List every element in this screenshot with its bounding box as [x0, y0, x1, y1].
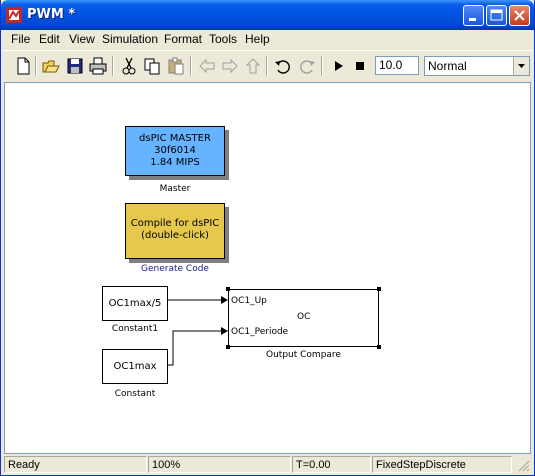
menu-edit[interactable]: Edit	[39, 32, 60, 46]
status-bar: Ready 100% T=0.00 FixedStepDiscrete	[2, 455, 533, 475]
menu-simulation[interactable]: Simulation	[102, 32, 158, 46]
status-zoom: 100%	[148, 456, 291, 473]
master-line-2: 30f6014	[154, 145, 196, 156]
toolbar-separator	[266, 56, 268, 76]
port-oc1-up: OC1_Up	[231, 296, 267, 306]
start-simulation-icon[interactable]	[328, 56, 348, 76]
constant-label: Constant	[114, 389, 156, 399]
menu-view[interactable]: View	[69, 32, 95, 46]
simulation-mode-select[interactable]: Normal	[424, 56, 530, 76]
output-compare-block[interactable]: OC1_Up OC OC1_Periode	[228, 289, 379, 347]
simulink-app-icon	[6, 7, 22, 23]
output-compare-name: OC	[297, 312, 311, 322]
print-icon[interactable]	[88, 56, 108, 76]
master-block-label: Master	[159, 184, 191, 194]
stop-simulation-icon[interactable]	[350, 56, 370, 76]
signal-lines	[168, 296, 228, 366]
port-oc1-periode: OC1_Periode	[231, 327, 289, 337]
open-icon[interactable]	[41, 56, 61, 76]
simulink-window: PWM * File Edit View Simulation Format T…	[0, 0, 535, 476]
generate-code-block[interactable]: Compile for dsPIC (double-click)	[125, 203, 225, 259]
simulation-mode-value: Normal	[428, 59, 467, 73]
window-title: PWM *	[27, 7, 76, 22]
forward-icon[interactable]	[220, 56, 240, 76]
selection-handle[interactable]	[226, 345, 230, 349]
up-icon[interactable]	[243, 56, 263, 76]
back-icon[interactable]	[197, 56, 217, 76]
master-line-3: 1.84 MIPS	[150, 157, 200, 168]
redo-icon[interactable]	[297, 56, 317, 76]
model-canvas[interactable]: dsPIC MASTER 30f6014 1.84 MIPS Master Co…	[4, 82, 531, 454]
status-solver: FixedStepDiscrete	[372, 456, 512, 473]
close-button[interactable]	[509, 5, 530, 26]
save-icon[interactable]	[65, 56, 85, 76]
new-icon[interactable]	[13, 56, 33, 76]
maximize-button[interactable]	[486, 5, 507, 26]
dspic-master-block[interactable]: dsPIC MASTER 30f6014 1.84 MIPS	[125, 126, 225, 176]
toolbar-separator	[112, 56, 114, 76]
resize-grip-icon[interactable]	[516, 458, 530, 472]
copy-icon[interactable]	[142, 56, 162, 76]
constant-block[interactable]: OC1max	[102, 349, 168, 384]
status-time: T=0.00	[292, 456, 371, 473]
menu-bar: File Edit View Simulation Format Tools H…	[2, 30, 533, 48]
minimize-button[interactable]	[463, 5, 484, 26]
menu-help[interactable]: Help	[245, 32, 270, 46]
chevron-down-icon[interactable]	[513, 57, 529, 75]
toolbar-separator	[321, 56, 323, 76]
constant1-value: OC1max/5	[108, 298, 162, 309]
undo-icon[interactable]	[273, 56, 293, 76]
constant1-block[interactable]: OC1max/5	[102, 286, 168, 321]
selection-handle[interactable]	[377, 287, 381, 291]
stop-time-input[interactable]: 10.0	[375, 56, 419, 75]
generate-code-label: Generate Code	[141, 264, 209, 274]
generate-line-2: (double-click)	[141, 230, 209, 241]
menu-format[interactable]: Format	[164, 32, 202, 46]
menu-tools[interactable]: Tools	[209, 32, 237, 46]
toolbar-separator	[190, 56, 192, 76]
constant-value: OC1max	[113, 361, 157, 372]
paste-icon[interactable]	[166, 56, 186, 76]
cut-icon[interactable]	[119, 56, 139, 76]
generate-line-1: Compile for dsPIC	[130, 218, 220, 229]
output-compare-label: Output Compare	[266, 350, 341, 360]
status-ready: Ready	[4, 456, 147, 473]
selection-handle[interactable]	[226, 287, 230, 291]
constant1-label: Constant1	[111, 324, 159, 334]
master-line-1: dsPIC MASTER	[139, 133, 211, 144]
title-bar[interactable]: PWM *	[1, 0, 534, 30]
toolbar-separator	[35, 56, 37, 76]
selection-handle[interactable]	[377, 345, 381, 349]
menu-file[interactable]: File	[11, 32, 30, 46]
toolbar: 10.0 Normal	[2, 50, 533, 81]
